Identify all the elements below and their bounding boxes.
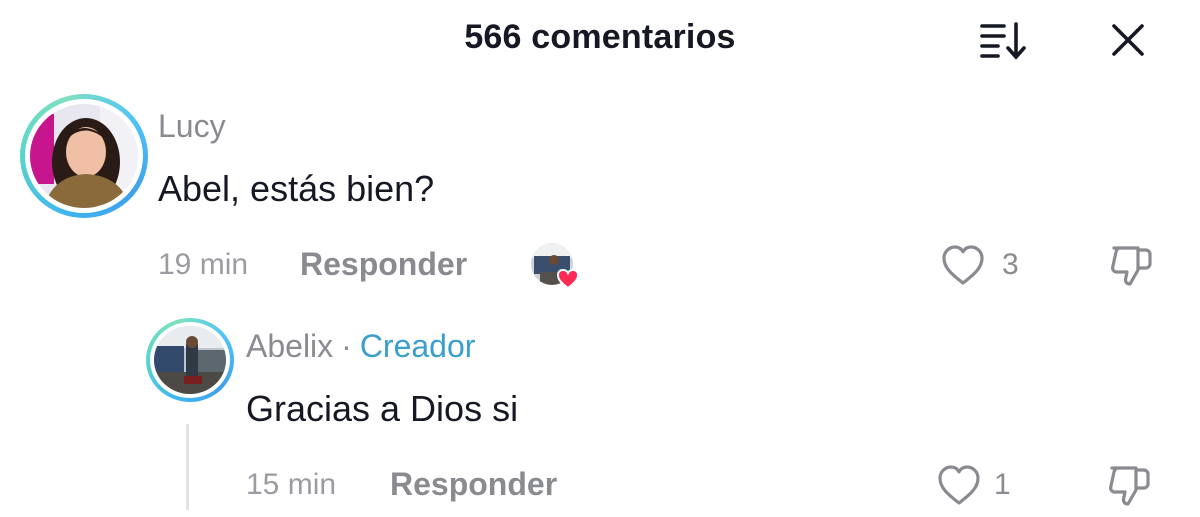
comment-author[interactable]: Lucy: [158, 108, 226, 145]
reply-author[interactable]: Abelix: [246, 328, 333, 364]
like-count: 1: [994, 468, 1011, 501]
heart-outline-icon: [938, 465, 980, 505]
dislike-button[interactable]: [1104, 460, 1154, 510]
separator-dot: ·: [341, 328, 352, 364]
comment-time: 19 min: [158, 248, 249, 281]
avatar[interactable]: [20, 94, 148, 218]
comments-sheet: 566 comentarios Lucy Abel, estás bien? 1…: [0, 0, 1200, 517]
reply-button[interactable]: Responder: [390, 466, 557, 503]
close-icon: [1112, 24, 1144, 56]
thumbs-down-icon: [1111, 246, 1152, 286]
like-button[interactable]: 1: [936, 462, 1026, 508]
dislike-button[interactable]: [1106, 240, 1156, 290]
avatar-photo: [154, 326, 226, 394]
sort-list-icon: [980, 22, 1026, 60]
like-count: 3: [1002, 248, 1019, 281]
reply-time: 15 min: [246, 468, 337, 501]
liked-by-creator-badge: [530, 242, 582, 290]
reply-author-line: Abelix · Creador: [246, 328, 475, 365]
creator-badge: Creador: [359, 328, 476, 364]
close-button[interactable]: [1104, 16, 1152, 64]
comment-text: Abel, estás bien?: [158, 168, 435, 209]
reply-text: Gracias a Dios si: [246, 388, 519, 429]
like-button[interactable]: 3: [940, 242, 1030, 288]
avatar[interactable]: [146, 318, 234, 402]
sort-button[interactable]: [976, 18, 1032, 62]
thread-line: [186, 424, 189, 510]
heart-outline-icon: [942, 245, 984, 285]
thumbs-down-icon: [1109, 466, 1150, 506]
avatar-photo: [30, 104, 138, 208]
reply-button[interactable]: Responder: [300, 246, 467, 283]
heart-icon: [556, 268, 580, 290]
